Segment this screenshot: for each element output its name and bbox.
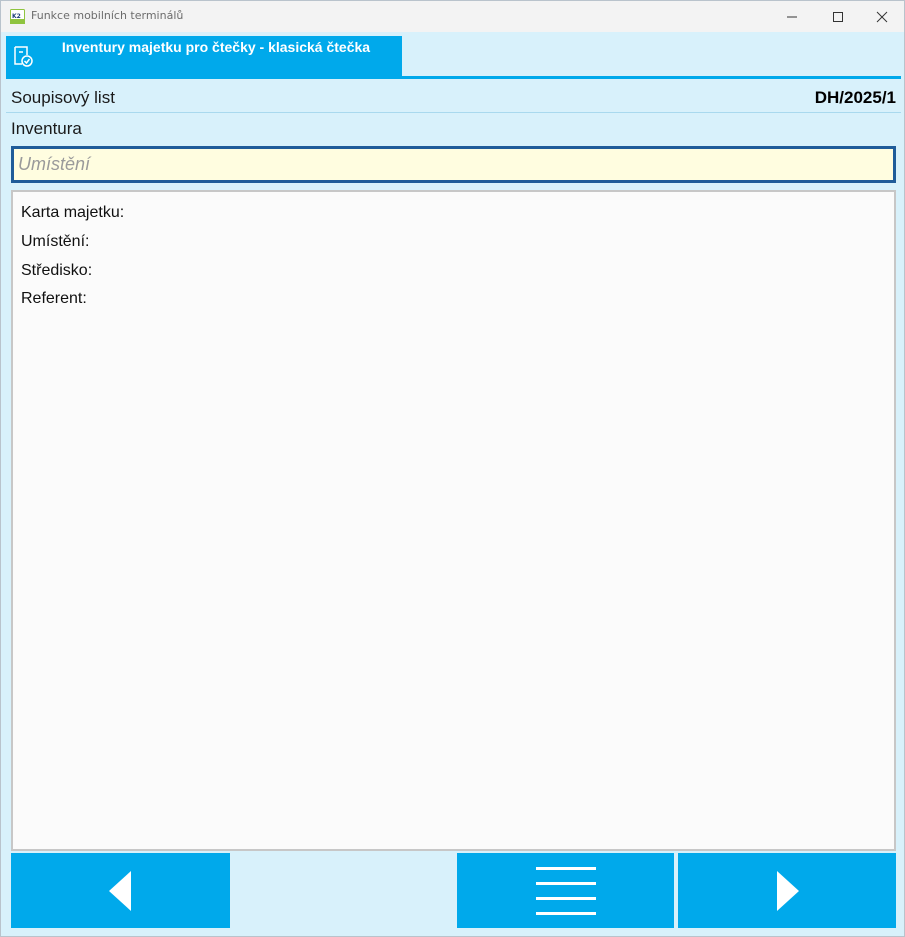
location-label: Umístění:	[21, 233, 90, 250]
svg-text:K2: K2	[12, 13, 21, 20]
tab-inventory-reader[interactable]: Inventury majetku pro čtečky - klasická …	[6, 36, 402, 76]
tab-strip: Inventury majetku pro čtečky - klasická …	[6, 32, 901, 79]
document-number: DH/2025/1	[814, 88, 896, 107]
referent-label: Referent:	[21, 290, 87, 307]
inventory-row: Inventura	[6, 113, 901, 143]
cost-center-label: Středisko:	[21, 262, 93, 279]
previous-button[interactable]	[11, 853, 230, 928]
inventory-label: Inventura	[11, 119, 82, 138]
title-bar[interactable]: K2 Funkce mobilních terminálů	[1, 1, 904, 32]
window-title: Funkce mobilních terminálů	[31, 9, 184, 22]
triangle-right-icon	[777, 870, 799, 911]
location-input-wrapper	[11, 146, 896, 183]
asset-card-label: Karta majetku:	[21, 204, 125, 221]
minimize-button[interactable]	[769, 1, 815, 32]
maximize-icon	[833, 11, 843, 22]
app-window: K2 Funkce mobilních terminálů Inventury …	[0, 0, 905, 937]
k2-app-icon: K2	[10, 9, 25, 24]
triangle-left-icon	[108, 870, 131, 911]
tab-title: Inventury majetku pro čtečky - klasická …	[61, 39, 371, 55]
location-input[interactable]	[14, 149, 893, 180]
document-row: Soupisový list DH/2025/1	[6, 82, 901, 113]
minimize-icon	[787, 16, 797, 17]
tab-underline	[6, 76, 901, 79]
menu-button[interactable]	[457, 853, 674, 928]
next-button[interactable]	[678, 853, 896, 928]
maximize-button[interactable]	[815, 1, 861, 32]
hamburger-menu-icon	[535, 866, 596, 915]
document-label: Soupisový list	[11, 88, 115, 107]
close-button[interactable]	[859, 1, 904, 32]
close-icon	[876, 11, 888, 22]
clipboard-check-icon	[11, 44, 35, 68]
asset-info-panel: Karta majetku: Umístění: Středisko: Refe…	[11, 190, 896, 851]
